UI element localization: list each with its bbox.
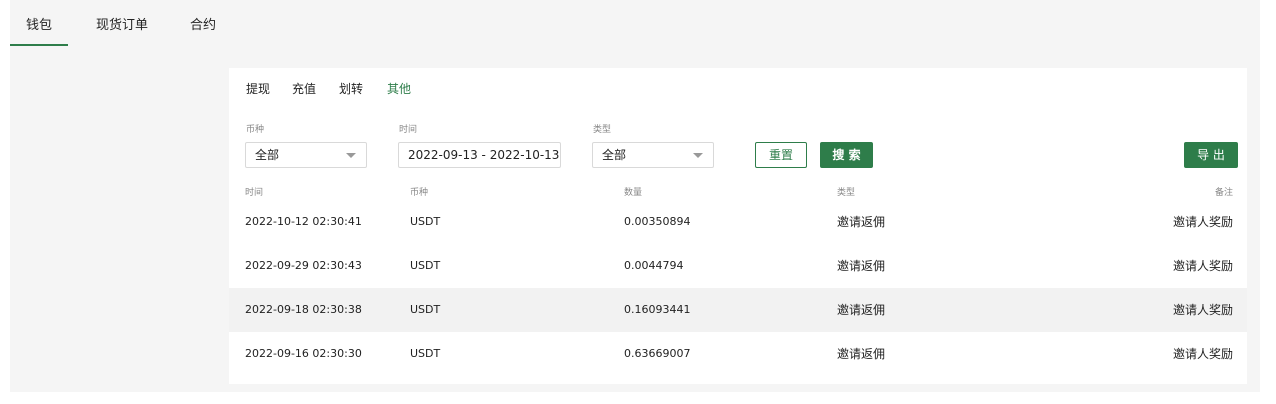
caret-down-icon <box>346 153 356 158</box>
top-tab-bar: 钱包 现货订单 合约 <box>10 0 1260 46</box>
tab-spot-orders[interactable]: 现货订单 <box>96 18 148 34</box>
date-range-value: 2022-09-13 - 2022-10-13 <box>408 148 560 162</box>
table-row[interactable]: 2022-10-12 02:30:41 USDT 0.00350894 邀请返佣… <box>229 200 1247 244</box>
cell-time: 2022-09-29 02:30:43 <box>245 259 362 272</box>
header-remark: 备注 <box>1214 188 1233 198</box>
cell-currency: USDT <box>410 215 441 228</box>
cell-time: 2022-09-16 02:30:30 <box>245 347 362 360</box>
cell-type: 邀请返佣 <box>837 347 886 361</box>
cell-amount: 0.16093441 <box>624 303 691 316</box>
table-row[interactable]: 2022-09-18 02:30:38 USDT 0.16093441 邀请返佣… <box>229 288 1247 332</box>
date-range-input[interactable]: 2022-09-13 - 2022-10-13 <box>398 142 561 168</box>
export-button[interactable]: 导 出 <box>1184 142 1238 168</box>
tab-wallet[interactable]: 钱包 <box>26 18 52 34</box>
tab-contracts[interactable]: 合约 <box>190 18 216 34</box>
type-filter-label: 类型 <box>593 125 612 135</box>
cell-remark: 邀请人奖励 <box>1172 347 1233 361</box>
cell-type: 邀请返佣 <box>837 259 886 273</box>
header-time: 时间 <box>245 188 264 198</box>
header-type: 类型 <box>837 188 856 198</box>
subtab-withdraw[interactable]: 提现 <box>246 81 270 97</box>
table-row[interactable]: 2022-09-29 02:30:43 USDT 0.0044794 邀请返佣 … <box>229 244 1247 288</box>
type-select-value: 全部 <box>602 148 627 162</box>
header-amount: 数量 <box>624 188 643 198</box>
type-select[interactable]: 全部 <box>592 142 714 168</box>
header-currency: 币种 <box>410 188 429 198</box>
cell-time: 2022-10-12 02:30:41 <box>245 215 362 228</box>
cell-currency: USDT <box>410 259 441 272</box>
reset-button[interactable]: 重置 <box>755 142 807 168</box>
cell-remark: 邀请人奖励 <box>1172 215 1233 229</box>
currency-select-value: 全部 <box>255 148 280 162</box>
cell-currency: USDT <box>410 347 441 360</box>
time-filter-label: 时间 <box>399 125 418 135</box>
subtab-other[interactable]: 其他 <box>387 81 411 97</box>
currency-filter-label: 币种 <box>246 125 265 135</box>
cell-remark: 邀请人奖励 <box>1172 303 1233 317</box>
table-row[interactable]: 2022-09-16 02:30:30 USDT 0.63669007 邀请返佣… <box>229 332 1247 376</box>
cell-time: 2022-09-18 02:30:38 <box>245 303 362 316</box>
currency-select[interactable]: 全部 <box>245 142 367 168</box>
cell-type: 邀请返佣 <box>837 215 886 229</box>
cell-type: 邀请返佣 <box>837 303 886 317</box>
cell-remark: 邀请人奖励 <box>1172 259 1233 273</box>
caret-down-icon <box>693 153 703 158</box>
search-button[interactable]: 搜 索 <box>820 142 873 168</box>
cell-amount: 0.0044794 <box>624 259 684 272</box>
cell-amount: 0.63669007 <box>624 347 691 360</box>
subtab-deposit[interactable]: 充值 <box>292 81 316 97</box>
cell-currency: USDT <box>410 303 441 316</box>
subtab-transfer[interactable]: 划转 <box>339 81 363 97</box>
cell-amount: 0.00350894 <box>624 215 691 228</box>
